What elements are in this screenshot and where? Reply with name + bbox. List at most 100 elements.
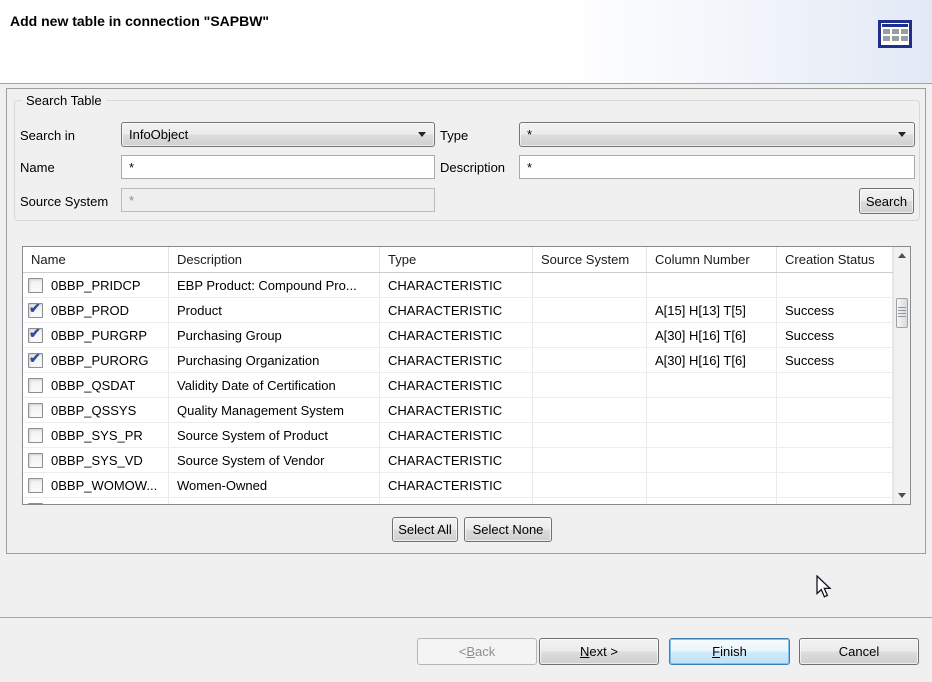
row-source-system	[533, 273, 647, 297]
row-name: 0BBP_PURGRP	[51, 328, 147, 343]
wizard-header: Add new table in connection "SAPBW"	[0, 0, 932, 84]
search-in-combo[interactable]: InfoObject	[121, 122, 435, 147]
table-row[interactable]: 0BBP_PRIDCP EBP Product: Compound Pro...…	[23, 273, 893, 298]
name-input-value: *	[129, 160, 134, 175]
search-in-value: InfoObject	[129, 127, 188, 142]
row-description: EBP Product: Compound Pro...	[169, 273, 380, 297]
row-type: CHARACTERISTIC	[380, 473, 533, 497]
type-combo[interactable]: *	[519, 122, 915, 147]
source-system-input-value: *	[129, 193, 134, 208]
chevron-down-icon	[418, 132, 426, 137]
row-name: 0BBP_PURORG	[51, 353, 149, 368]
row-column-number	[647, 423, 777, 447]
row-type: CHARACTERISTIC	[380, 298, 533, 322]
page-title: Add new table in connection "SAPBW"	[10, 13, 269, 29]
row-name: 0BBP_WOMOW...	[51, 478, 157, 493]
row-creation-status: Success	[777, 323, 893, 347]
row-type	[380, 498, 533, 504]
row-checkbox[interactable]	[28, 303, 43, 318]
row-name: 0BBP_QSSYS	[51, 403, 136, 418]
row-source-system	[533, 448, 647, 472]
row-description: Women-Owned	[169, 473, 380, 497]
search-table-group-label: Search Table	[22, 93, 106, 108]
row-source-system	[533, 423, 647, 447]
table-row[interactable]: 0BBP_PURORG Purchasing Organization CHAR…	[23, 348, 893, 373]
next-button[interactable]: Next >	[539, 638, 659, 665]
row-creation-status	[777, 473, 893, 497]
vertical-scrollbar[interactable]	[893, 247, 910, 504]
row-creation-status	[777, 373, 893, 397]
table-icon	[877, 17, 913, 49]
column-header-type[interactable]: Type	[380, 247, 533, 272]
finish-button[interactable]: Finish	[669, 638, 790, 665]
row-creation-status: Success	[777, 348, 893, 372]
row-column-number	[647, 273, 777, 297]
column-header-creation-status[interactable]: Creation Status	[777, 247, 893, 272]
table-row[interactable]: 0BBP_WOMOW... Women-Owned CHARACTERISTIC	[23, 473, 893, 498]
button-bar-separator	[0, 617, 932, 618]
row-column-number	[647, 373, 777, 397]
row-checkbox[interactable]	[28, 328, 43, 343]
row-type: CHARACTERISTIC	[380, 423, 533, 447]
row-source-system	[533, 498, 647, 504]
row-type: CHARACTERISTIC	[380, 373, 533, 397]
row-column-number	[647, 498, 777, 504]
row-checkbox[interactable]	[28, 453, 43, 468]
row-creation-status	[777, 273, 893, 297]
table-row[interactable]: 0BBP_PROD Product CHARACTERISTIC A[15] H…	[23, 298, 893, 323]
column-header-name[interactable]: Name	[23, 247, 169, 272]
scroll-down-icon[interactable]	[894, 487, 911, 504]
row-name: 0BBP_PRIDCP	[51, 278, 141, 293]
scrollbar-thumb[interactable]	[896, 298, 908, 328]
row-checkbox[interactable]	[28, 428, 43, 443]
row-checkbox[interactable]	[28, 378, 43, 393]
row-creation-status	[777, 498, 893, 504]
table-body: 0BBP_PRIDCP EBP Product: Compound Pro...…	[23, 273, 893, 504]
column-header-description[interactable]: Description	[169, 247, 380, 272]
table-row[interactable]	[23, 498, 893, 504]
row-source-system	[533, 348, 647, 372]
type-value: *	[527, 127, 532, 142]
row-name: 0BBP_QSDAT	[51, 378, 135, 393]
row-type: CHARACTERISTIC	[380, 273, 533, 297]
table-row[interactable]: 0BBP_QSSYS Quality Management System CHA…	[23, 398, 893, 423]
table-row[interactable]: 0BBP_SYS_VD Source System of Vendor CHAR…	[23, 448, 893, 473]
row-description: Purchasing Organization	[169, 348, 380, 372]
mouse-cursor	[815, 575, 835, 601]
back-button: < Back	[417, 638, 537, 665]
row-name: 0BBP_SYS_PR	[51, 428, 143, 443]
scroll-up-icon[interactable]	[894, 247, 911, 264]
row-description: Purchasing Group	[169, 323, 380, 347]
row-source-system	[533, 373, 647, 397]
row-description: Quality Management System	[169, 398, 380, 422]
row-checkbox[interactable]	[28, 278, 43, 293]
table-row[interactable]: 0BBP_SYS_PR Source System of Product CHA…	[23, 423, 893, 448]
table-header: Name Description Type Source System Colu…	[23, 247, 910, 273]
select-none-button[interactable]: Select None	[464, 517, 552, 542]
row-checkbox[interactable]	[28, 503, 43, 505]
row-checkbox[interactable]	[28, 403, 43, 418]
row-source-system	[533, 398, 647, 422]
description-input-value: *	[527, 160, 532, 175]
column-header-column-number[interactable]: Column Number	[647, 247, 777, 272]
description-label: Description	[440, 160, 505, 176]
name-input[interactable]: *	[121, 155, 435, 179]
select-all-button[interactable]: Select All	[392, 517, 458, 542]
row-checkbox[interactable]	[28, 353, 43, 368]
row-column-number: A[15] H[13] T[5]	[647, 298, 777, 322]
row-name: 0BBP_SYS_VD	[51, 453, 143, 468]
table-row[interactable]: 0BBP_PURGRP Purchasing Group CHARACTERIS…	[23, 323, 893, 348]
row-creation-status	[777, 423, 893, 447]
row-type: CHARACTERISTIC	[380, 323, 533, 347]
description-input[interactable]: *	[519, 155, 915, 179]
cancel-button[interactable]: Cancel	[799, 638, 919, 665]
row-source-system	[533, 473, 647, 497]
results-table[interactable]: Name Description Type Source System Colu…	[22, 246, 911, 505]
row-creation-status: Success	[777, 298, 893, 322]
search-button[interactable]: Search	[859, 188, 914, 214]
row-column-number	[647, 473, 777, 497]
row-checkbox[interactable]	[28, 478, 43, 493]
table-row[interactable]: 0BBP_QSDAT Validity Date of Certificatio…	[23, 373, 893, 398]
row-type: CHARACTERISTIC	[380, 398, 533, 422]
column-header-source-system[interactable]: Source System	[533, 247, 647, 272]
